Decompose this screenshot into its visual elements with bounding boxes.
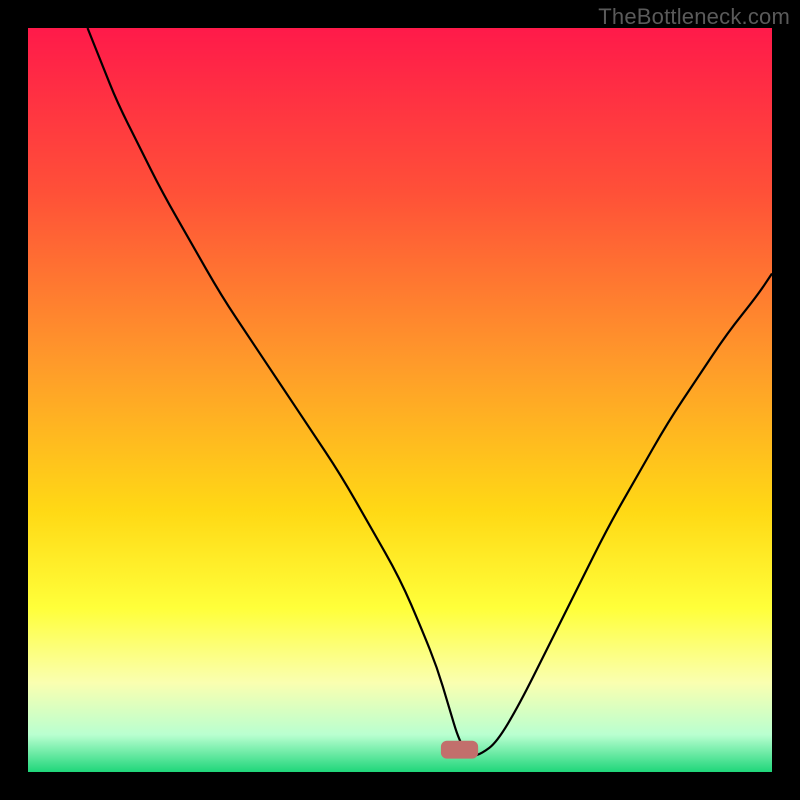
plot-area [28, 28, 772, 772]
plot-svg [28, 28, 772, 772]
chart-frame: TheBottleneck.com [0, 0, 800, 800]
watermark-text: TheBottleneck.com [598, 4, 790, 30]
trough-marker [441, 741, 478, 759]
plot-background [28, 28, 772, 772]
